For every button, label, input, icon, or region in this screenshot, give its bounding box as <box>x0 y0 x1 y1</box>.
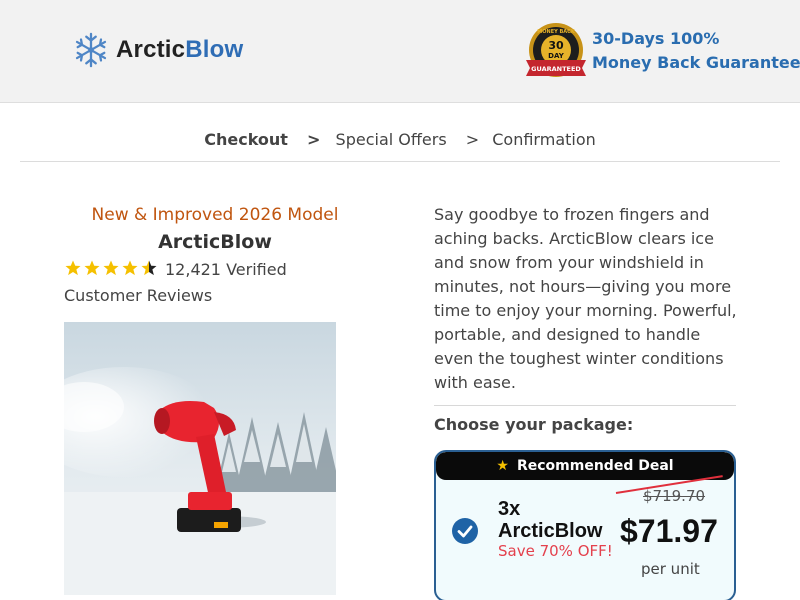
product-image <box>64 322 336 595</box>
breadcrumb-separator: > <box>307 130 321 149</box>
star-icon <box>84 260 100 276</box>
star-rating <box>64 259 159 284</box>
original-price: $719.70 <box>643 487 706 505</box>
ribbon-label: Recommended Deal <box>516 458 674 474</box>
half-star-icon <box>141 260 157 276</box>
section-divider <box>434 405 736 406</box>
breadcrumb-confirmation: Confirmation <box>492 130 596 149</box>
model-tagline: New & Improved 2026 Model <box>91 205 339 225</box>
site-header: ArcticBlow 30 DAY MONEY BACK GUARANTEED … <box>0 0 800 103</box>
package-option-3x[interactable]: ★ Recommended Deal 3x ArcticBlow Save 70%… <box>434 450 736 600</box>
breadcrumb-checkout: Checkout <box>204 130 288 149</box>
review-rating: 12,421 Verified Customer Reviews <box>64 258 354 308</box>
star-icon: ★ <box>496 458 509 474</box>
product-title: ArcticBlow <box>158 231 272 253</box>
savings-label: Save 70% OFF! <box>498 542 613 560</box>
breadcrumb-special-offers: Special Offers <box>335 130 447 149</box>
guarantee-line-2: Money Back Guarantee <box>592 53 800 72</box>
guarantee-text: 30-Days 100% Money Back Guarantee <box>592 27 800 75</box>
breadcrumb-separator: > <box>465 130 480 149</box>
star-icon <box>65 260 81 276</box>
snowflake-icon <box>75 32 107 68</box>
checkout-breadcrumb: Checkout > Special Offers > Confirmation <box>0 130 800 149</box>
breadcrumb-divider <box>20 161 780 162</box>
product-description: Say goodbye to frozen fingers and aching… <box>434 205 737 392</box>
package-heading: Choose your package: <box>434 415 634 434</box>
price-unit: per unit <box>641 560 700 578</box>
sale-price: $71.97 <box>620 513 718 549</box>
package-quantity: 3x ArcticBlow <box>498 498 602 542</box>
recommended-ribbon: ★ Recommended Deal <box>436 452 734 480</box>
quantity-product: ArcticBlow <box>498 520 603 542</box>
star-icon <box>103 260 119 276</box>
snow-blower-photo <box>64 322 336 595</box>
svg-text:DAY: DAY <box>548 52 565 60</box>
brand-logo[interactable]: ArcticBlow <box>72 31 243 69</box>
svg-text:MONEY BACK: MONEY BACK <box>537 29 576 35</box>
svg-text:30: 30 <box>548 39 564 52</box>
svg-text:GUARANTEED: GUARANTEED <box>531 65 581 73</box>
quantity-count: 3x <box>498 498 521 520</box>
selected-check-icon[interactable] <box>452 518 478 544</box>
money-back-seal-icon: 30 DAY MONEY BACK GUARANTEED <box>526 23 586 77</box>
guarantee-line-1: 30-Days 100% <box>592 29 720 48</box>
star-icon <box>122 260 138 276</box>
brand-name: ArcticBlow <box>116 36 244 63</box>
